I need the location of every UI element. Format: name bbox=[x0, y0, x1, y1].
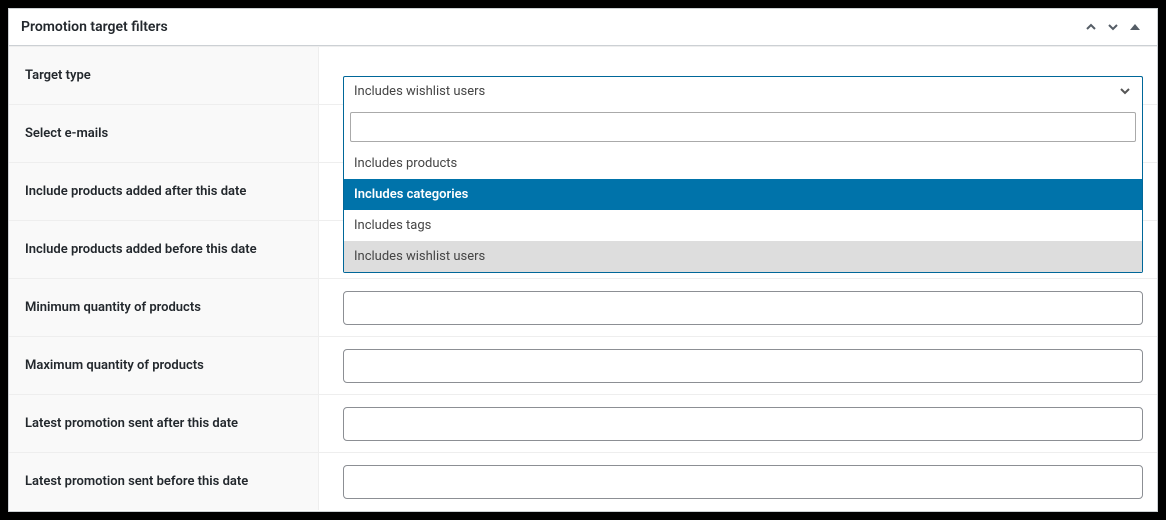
panel-title: Promotion target filters bbox=[21, 19, 168, 35]
move-up-icon[interactable] bbox=[1081, 17, 1101, 37]
min-qty-input[interactable] bbox=[343, 291, 1143, 325]
chevron-down-icon bbox=[1118, 84, 1132, 98]
target-type-search-wrap bbox=[344, 106, 1142, 148]
move-down-icon[interactable] bbox=[1103, 17, 1123, 37]
label-added-before: Include products added before this date bbox=[9, 221, 319, 278]
field-sent-after bbox=[319, 397, 1157, 451]
row-target-type: Target type Includes wishlist users Incl… bbox=[9, 46, 1157, 104]
target-type-search-input[interactable] bbox=[350, 112, 1136, 142]
label-max-qty: Maximum quantity of products bbox=[9, 337, 319, 394]
row-max-qty: Maximum quantity of products bbox=[9, 336, 1157, 394]
target-type-option[interactable]: Includes tags bbox=[344, 210, 1142, 241]
target-type-dropdown-panel: Includes productsIncludes categoriesIncl… bbox=[343, 106, 1143, 273]
label-added-after: Include products added after this date bbox=[9, 163, 319, 220]
row-min-qty: Minimum quantity of products bbox=[9, 278, 1157, 336]
panel-header-icons bbox=[1081, 17, 1145, 37]
field-min-qty bbox=[319, 281, 1157, 335]
promotion-target-filters-panel: Promotion target filters Target type Inc… bbox=[8, 8, 1158, 512]
target-type-selected[interactable]: Includes wishlist users bbox=[343, 76, 1143, 106]
field-sent-before bbox=[319, 455, 1157, 509]
panel-header: Promotion target filters bbox=[9, 9, 1157, 46]
target-type-option[interactable]: Includes wishlist users bbox=[344, 241, 1142, 272]
label-select-emails: Select e-mails bbox=[9, 105, 319, 162]
label-sent-before: Latest promotion sent before this date bbox=[9, 453, 319, 510]
sent-after-input[interactable] bbox=[343, 407, 1143, 441]
label-sent-after: Latest promotion sent after this date bbox=[9, 395, 319, 452]
label-min-qty: Minimum quantity of products bbox=[9, 279, 319, 336]
collapse-icon[interactable] bbox=[1125, 17, 1145, 37]
target-type-selected-label: Includes wishlist users bbox=[354, 84, 485, 99]
row-sent-before: Latest promotion sent before this date bbox=[9, 452, 1157, 510]
target-type-options: Includes productsIncludes categoriesIncl… bbox=[344, 148, 1142, 272]
target-type-dropdown: Includes wishlist users Includes product… bbox=[343, 76, 1143, 273]
target-type-option[interactable]: Includes products bbox=[344, 148, 1142, 179]
field-target-type: Includes wishlist users Includes product… bbox=[319, 66, 1157, 86]
target-type-option[interactable]: Includes categories bbox=[344, 179, 1142, 210]
sent-before-input[interactable] bbox=[343, 465, 1143, 499]
label-target-type: Target type bbox=[9, 47, 319, 104]
row-sent-after: Latest promotion sent after this date bbox=[9, 394, 1157, 452]
field-max-qty bbox=[319, 339, 1157, 393]
max-qty-input[interactable] bbox=[343, 349, 1143, 383]
